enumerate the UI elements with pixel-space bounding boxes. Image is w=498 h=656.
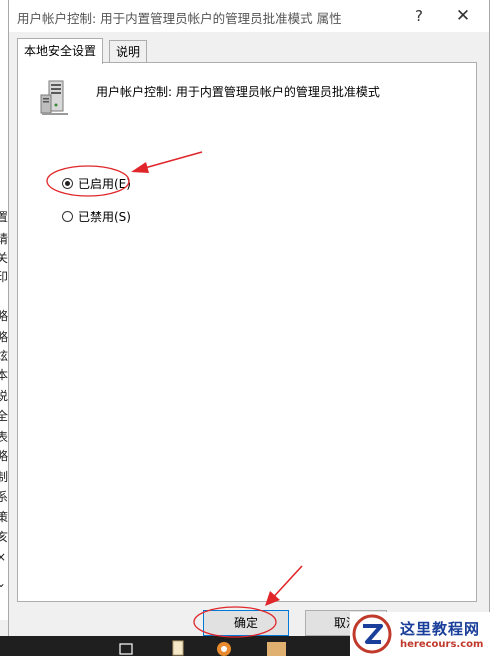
bg-char: 亥	[0, 528, 8, 545]
watermark-logo-icon	[352, 614, 392, 654]
bg-char: 全	[0, 407, 8, 424]
server-icon	[40, 80, 68, 115]
bg-char: 说	[0, 387, 8, 404]
bg-char: ⌄	[0, 576, 6, 590]
watermark-text: 这里教程网 herecours.com	[400, 618, 483, 650]
bg-char: 炫	[0, 347, 8, 364]
file-icon[interactable]	[170, 640, 186, 656]
disabled-label: 已禁用(S)	[78, 210, 131, 224]
enabled-label: 已启用(E)	[78, 177, 131, 191]
bg-char: 表	[0, 428, 8, 445]
watermark: 这里教程网 herecours.com	[350, 612, 498, 656]
watermark-url: herecours.com	[400, 639, 484, 650]
bg-char: 制	[0, 468, 8, 485]
ok-button[interactable]: 确定	[203, 610, 289, 636]
bg-char: 略	[0, 307, 8, 324]
bg-char: 系	[0, 488, 8, 505]
tab-explain[interactable]: 说明	[109, 40, 148, 63]
app-icon[interactable]	[262, 640, 286, 656]
bg-char: 略	[0, 328, 8, 345]
policy-title: 用户帐户控制: 用于内置管理员帐户的管理员批准模式	[96, 85, 380, 99]
help-button[interactable]: ?	[405, 4, 433, 28]
watermark-name: 这里教程网	[400, 620, 481, 638]
properties-dialog: 用户帐户控制: 用于内置管理员帐户的管理员批准模式 属性 ? ✕ 本地安全设置 …	[8, 0, 490, 636]
task-view-icon[interactable]	[118, 640, 134, 656]
dialog-title: 用户帐户控制: 用于内置管理员帐户的管理员批准模式 属性	[17, 11, 342, 26]
radio-circle[interactable]	[62, 178, 73, 189]
browser-icon[interactable]	[216, 640, 232, 656]
bg-char: ×	[0, 550, 6, 564]
close-button[interactable]: ✕	[449, 4, 477, 28]
bg-char: 关	[0, 249, 8, 266]
disabled-radio[interactable]: 已禁用(S)	[62, 208, 131, 225]
enabled-radio[interactable]: 已启用(E)	[62, 175, 131, 192]
bg-char: 请	[0, 230, 8, 247]
radio-circle[interactable]	[62, 211, 73, 222]
bg-char: 略	[0, 447, 8, 464]
bg-char: 置	[0, 208, 8, 225]
title-bar[interactable]: 用户帐户控制: 用于内置管理员帐户的管理员批准模式 属性 ? ✕	[9, 0, 489, 32]
bg-char: 策	[0, 508, 8, 525]
tab-local-security-setting[interactable]: 本地安全设置	[17, 38, 104, 64]
bg-char: 本	[0, 366, 8, 383]
tab-panel: 用户帐户控制: 用于内置管理员帐户的管理员批准模式 已启用(E) 已禁用(S)	[17, 62, 477, 602]
bg-char: 印	[0, 268, 8, 285]
